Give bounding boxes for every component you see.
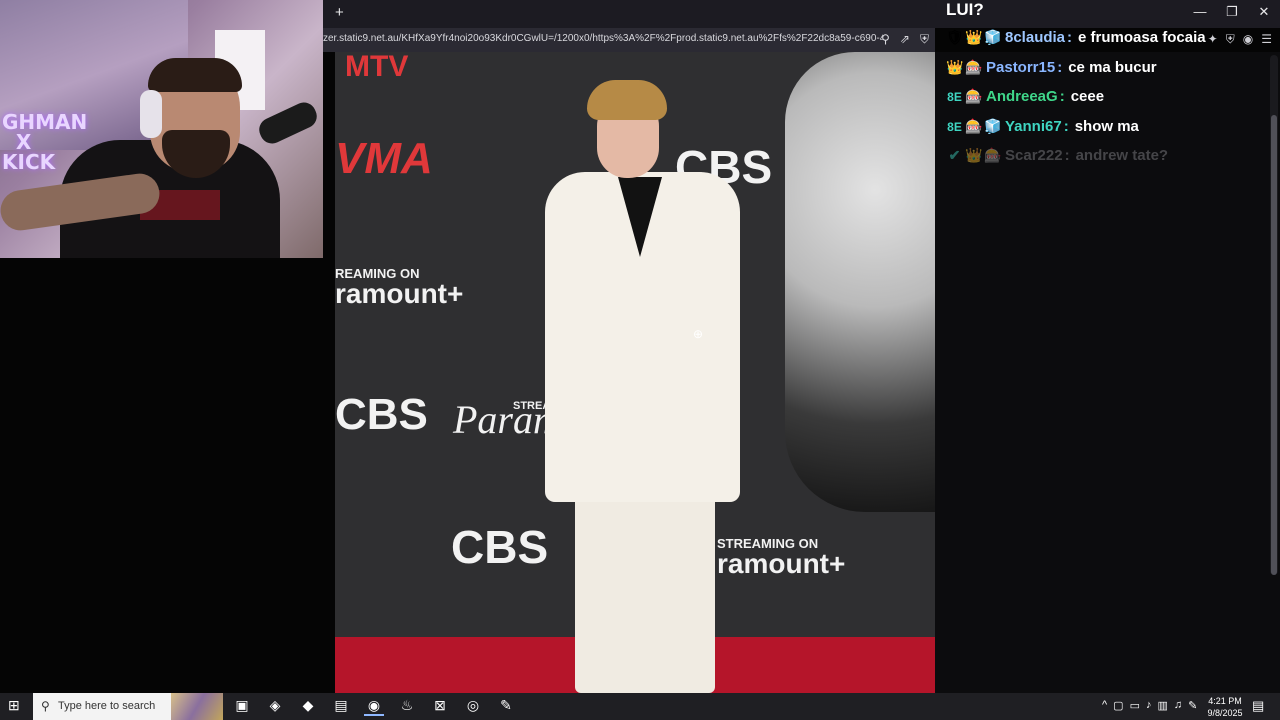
chat-message-faded: ✔ 👑 🎰 Scar222: andrew tate? (946, 147, 1168, 164)
restore-button[interactable]: ❐ (1224, 4, 1240, 20)
badge-icon: 8E (947, 89, 962, 104)
pen-icon[interactable]: ✎ (1188, 699, 1197, 712)
taskbar-clock[interactable]: 4:21 PM 9/8/2025 (1205, 695, 1245, 719)
backdrop-paramount-right: ramount+ (717, 548, 846, 579)
notification-icon[interactable]: ▤ (1252, 698, 1264, 714)
url-icons: ⚲ ⇗ ⛨ (881, 32, 929, 47)
copilot-icon[interactable]: ◈ (265, 697, 285, 716)
share-icon[interactable]: ⇗ (900, 32, 910, 47)
tray-app-icon[interactable]: ▢ (1113, 699, 1123, 712)
badge-icon: 🛡 (946, 29, 964, 45)
balloon-sculpture (785, 52, 935, 512)
chat-text: ce ma bucur (1068, 59, 1157, 76)
colon: : (1063, 118, 1069, 135)
speaker-icon[interactable]: ♫ (1174, 699, 1182, 712)
chat-username[interactable]: Scar222 (1005, 147, 1063, 164)
colon: : (1067, 29, 1073, 46)
browser-tab-bar: + — ❐ ✕ (323, 0, 1280, 28)
headphones (140, 90, 162, 138)
badge-icon: 🎰 (965, 88, 983, 104)
paint-icon[interactable]: ✎ (496, 697, 516, 716)
chat-text: e frumoasa focaia (1078, 29, 1206, 46)
badge-icon: 8E (947, 119, 962, 134)
file-explorer-icon[interactable]: ▤ (331, 697, 351, 716)
microphone (255, 98, 321, 148)
chat-username[interactable]: 8claudia (1005, 29, 1065, 46)
person-hair (587, 80, 667, 120)
backdrop-vma: VMA (335, 134, 433, 183)
zoom-icon[interactable]: ⚲ (881, 32, 890, 47)
window-controls: — ❐ ✕ (1192, 4, 1272, 20)
webcam-overlay: GHMAN X KICK (0, 0, 323, 258)
colon: : (1064, 147, 1070, 164)
windows-taskbar: ⊞ ⚲ Type here to search ▣ ◈ ◆ ▤ ◉ ♨ ⊠ ◎ … (0, 693, 1280, 720)
minimize-button[interactable]: — (1192, 4, 1208, 20)
colon: : (1057, 59, 1063, 76)
profile-icon[interactable]: ◉ (1243, 32, 1253, 47)
browser-app-icon[interactable]: ◉ (364, 697, 384, 716)
badge-icon: 🎰 (965, 59, 983, 75)
badge-icon: 🎰 (965, 118, 983, 134)
discord-icon[interactable]: ◎ (463, 697, 483, 716)
xbox-icon[interactable]: ⊠ (430, 697, 450, 716)
badge-icon: 🧊 (984, 29, 1002, 45)
badge-icon: 👑 (965, 29, 983, 45)
menu-icon[interactable]: ☰ (1261, 32, 1272, 47)
backdrop-cbs-bottom: CBS (451, 521, 549, 573)
windows-start-icon[interactable]: ⊞ (8, 697, 20, 714)
tray-display-icon[interactable]: ▭ (1130, 699, 1140, 712)
chat-message: 👑 🎰 Pastorr15: ce ma bucur (946, 59, 1157, 76)
chat-username[interactable]: Yanni67 (1005, 118, 1062, 135)
shield-icon[interactable]: ⛨ (920, 32, 929, 47)
taskbar-apps: ▣ ◈ ◆ ▤ ◉ ♨ ⊠ ◎ ✎ (232, 697, 516, 716)
shield-extension-icon[interactable]: ⛨ (1226, 32, 1235, 47)
zoom-in-cursor-icon: ⊕ (693, 327, 704, 341)
copilot-alt-icon[interactable]: ◆ (298, 697, 318, 716)
url-text[interactable]: zer.static9.net.au/KHfXa9Yfr4noi20o93Kdr… (323, 33, 883, 44)
chat-message: 🛡 👑 🧊 8claudia: e frumoasa focaia (946, 29, 1206, 46)
backdrop-paramount-left: ramount+ (335, 278, 464, 309)
clock-date: 9/8/2025 (1207, 708, 1243, 718)
extension-icon[interactable]: ✦ (1208, 32, 1218, 47)
chat-scroll-thumb[interactable] (1271, 115, 1277, 575)
badge-icon: 👑 (946, 59, 964, 75)
image-viewer[interactable]: MTV VMA CBS REAMING ON ramount+ CBS STRE… (335, 52, 935, 693)
screen: GHMAN X KICK + — ❐ ✕ zer.static9.net.au/… (0, 0, 1280, 720)
chat-message: 8E 🎰 🧊 Yanni67: show ma (946, 118, 1139, 135)
clock-time: 4:21 PM (1208, 696, 1242, 706)
streamer-hair (148, 58, 242, 92)
badge-icon: 👑 (965, 147, 983, 163)
search-icon: ⚲ (41, 699, 50, 713)
colon: : (1059, 88, 1065, 105)
badge-icon: 🧊 (984, 118, 1002, 134)
backdrop-cbs-left: CBS (335, 390, 428, 439)
taskbar-search-box[interactable]: ⚲ Type here to search (33, 693, 223, 720)
task-view-icon[interactable]: ▣ (232, 697, 252, 716)
steam-icon[interactable]: ♨ (397, 697, 417, 716)
browser-toolbar-icons: ✦ ⛨ ◉ ☰ (1208, 32, 1272, 47)
system-tray: ^ ▢ ▭ ♪ ▥ ♫ ✎ (1102, 699, 1197, 712)
chat-message: 8E 🎰 AndreeaG: ceee (946, 88, 1104, 105)
chat-text: ceee (1070, 88, 1105, 105)
network-icon[interactable]: ▥ (1157, 699, 1167, 712)
volume-icon[interactable]: ♪ (1146, 699, 1152, 712)
search-highlight-art (171, 693, 223, 720)
address-bar[interactable]: zer.static9.net.au/KHfXa9Yfr4noi20o93Kdr… (323, 28, 935, 52)
badge-icon: 🎰 (984, 147, 1002, 163)
chat-username[interactable]: AndreeaG (986, 88, 1058, 105)
chat-text: show ma (1074, 118, 1139, 135)
chat-username[interactable]: Pastorr15 (986, 59, 1055, 76)
chat-header: LUI? (946, 0, 984, 19)
backdrop-mtv-top: MTV (345, 52, 409, 83)
close-button[interactable]: ✕ (1256, 4, 1272, 20)
search-placeholder[interactable]: Type here to search (58, 700, 155, 712)
new-tab-button[interactable]: + (335, 4, 344, 21)
chat-text: andrew tate? (1075, 147, 1169, 164)
tray-overflow-icon[interactable]: ^ (1102, 699, 1107, 712)
badge-icon: ✔ (948, 147, 961, 163)
